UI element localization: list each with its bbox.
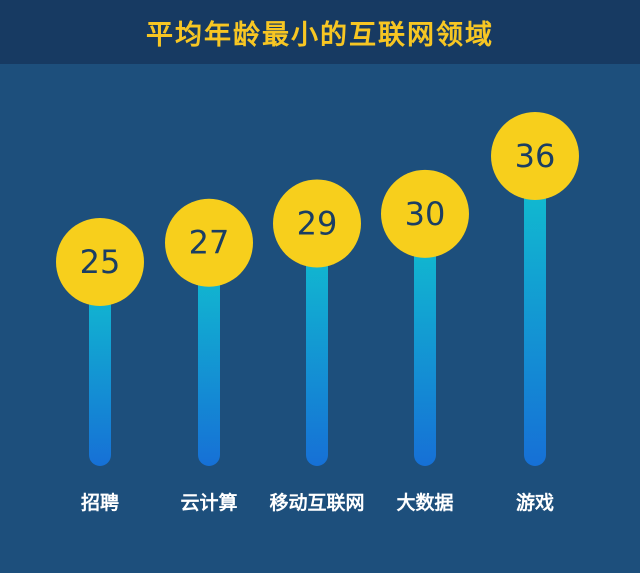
value-label-2: 27 [189, 224, 230, 262]
category-label-4: 大数据 [396, 491, 453, 514]
value-label-4: 30 [405, 195, 446, 233]
category-label-1: 招聘 [81, 491, 119, 514]
value-label-5: 36 [515, 137, 556, 175]
category-label-5: 游戏 [516, 491, 554, 514]
value-label-3: 29 [297, 204, 338, 242]
chart-marks: 25 招聘 27 云计算 29 移动互联网 30 大数据 36 游戏 [56, 112, 579, 514]
lollipop-chart: 25 招聘 27 云计算 29 移动互联网 30 大数据 36 游戏 [56, 112, 579, 514]
chart-stage: 平均年龄最小的互联网领域 25 招聘 27 云计算 29 移动互联网 30 大数据 36 游戏 [0, 0, 640, 573]
value-label-1: 25 [80, 243, 121, 281]
bar-5 [524, 156, 546, 466]
category-label-3: 移动互联网 [269, 491, 364, 514]
category-label-2: 云计算 [180, 491, 237, 514]
